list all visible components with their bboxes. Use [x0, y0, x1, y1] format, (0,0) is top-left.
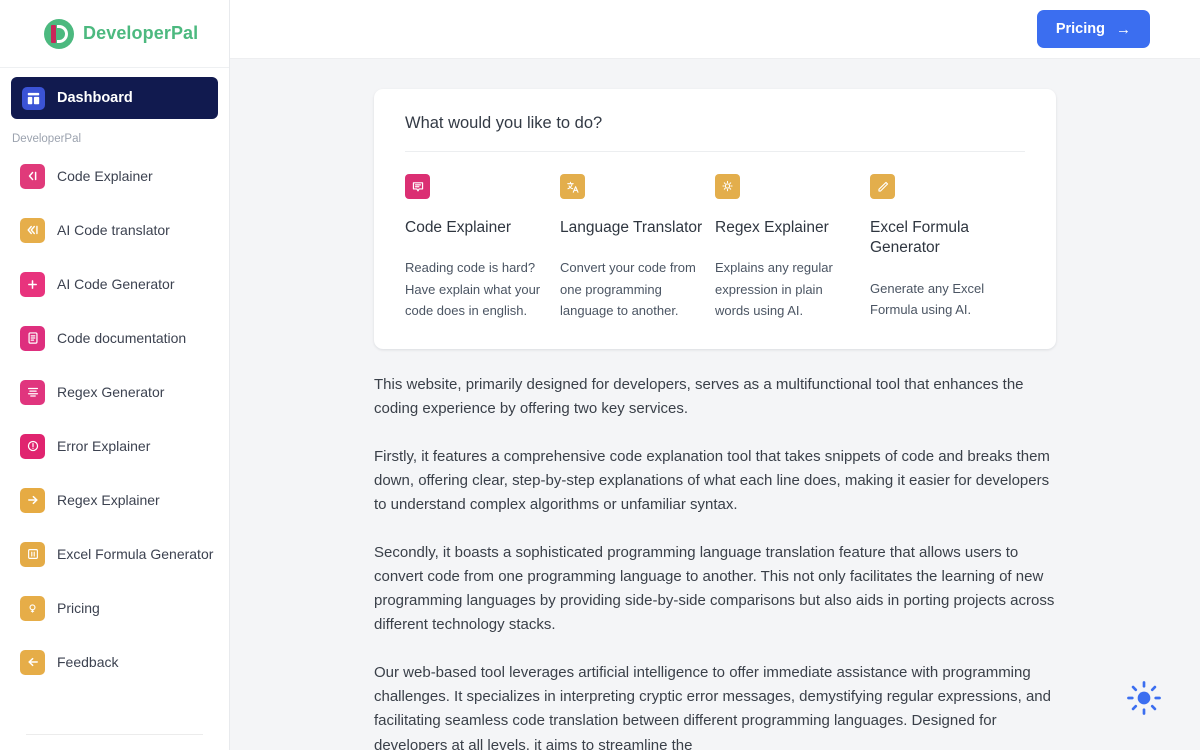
brand-name: DeveloperPal — [83, 23, 199, 43]
dashboard-grid-icon — [22, 86, 45, 110]
developerpal-logo-icon — [44, 18, 74, 49]
theme-toggle-button[interactable] — [1118, 674, 1170, 726]
chat-bubble-icon — [405, 174, 430, 199]
tool-name: Code Explainer — [405, 219, 511, 236]
sidebar-item-label: Regex Explainer — [57, 491, 160, 508]
sidebar-item-ai-code-translator[interactable]: AI Code translator — [0, 203, 229, 257]
app-root: DeveloperPal Dashboard DeveloperPal Code… — [0, 0, 1200, 750]
sidebar-item-code-explainer[interactable]: Code Explainer — [0, 149, 229, 203]
tool-description: Generate any Excel Formula using AI. — [870, 280, 985, 318]
main-area: Pricing → What would you like to do? Cod… — [230, 0, 1200, 750]
sidebar-item-pricing[interactable]: Pricing — [0, 581, 229, 635]
tool-name: Language Translator — [560, 219, 703, 236]
sidebar-nav: Code Explainer AI Code translator AI Cod… — [0, 149, 229, 689]
paragraph-4: Our web-based tool leverages artificial … — [374, 663, 1051, 750]
translate-icon — [560, 174, 585, 199]
sidebar-item-label: Pricing — [57, 599, 100, 616]
content-scroll[interactable]: What would you like to do? Code Explaine… — [230, 59, 1200, 750]
sidebar-item-dashboard-label: Dashboard — [57, 90, 133, 106]
align-lines-icon — [20, 379, 45, 405]
paragraph-1: This website, primarily designed for dev… — [374, 376, 1024, 418]
arrow-left-icon — [20, 649, 45, 675]
tool-card-code-explainer[interactable]: Code Explainer Reading code is hard? Hav… — [405, 174, 560, 321]
sidebar-item-regex-generator[interactable]: Regex Generator — [0, 365, 229, 419]
tool-card-excel-formula-generator[interactable]: Excel Formula Generator Generate any Exc… — [870, 174, 1025, 321]
sidebar-section-label: DeveloperPal — [12, 133, 82, 145]
lightbulb-icon — [20, 595, 45, 621]
sidebar-item-dashboard[interactable]: Dashboard — [11, 77, 218, 119]
sun-icon — [1125, 679, 1163, 722]
plus-icon — [20, 271, 45, 297]
tool-description: Reading code is hard? Have explain what … — [405, 260, 541, 318]
sidebar-item-excel-formula-generator[interactable]: Excel Formula Generator — [0, 527, 229, 581]
lightbulb-icon — [715, 174, 740, 199]
spreadsheet-icon — [20, 541, 45, 567]
sidebar-divider — [26, 734, 203, 735]
sidebar-item-error-explainer[interactable]: Error Explainer — [0, 419, 229, 473]
pencil-icon — [870, 174, 895, 199]
pricing-button[interactable]: Pricing → — [1036, 10, 1150, 48]
tool-name: Regex Explainer — [715, 219, 829, 236]
card-title: What would you like to do? — [405, 114, 1025, 152]
sidebar-item-label: Code Explainer — [57, 167, 153, 184]
sidebar-item-ai-code-generator[interactable]: AI Code Generator — [0, 257, 229, 311]
actions-card: What would you like to do? Code Explaine… — [374, 89, 1056, 350]
sidebar-item-label: Feedback — [57, 653, 119, 670]
sidebar-item-label: Error Explainer — [57, 437, 151, 454]
topbar: Pricing → — [230, 0, 1200, 59]
pricing-button-label: Pricing — [1055, 21, 1105, 37]
sidebar-item-label: Regex Generator — [57, 383, 165, 400]
sidebar-item-label: Code documentation — [57, 329, 187, 346]
arrow-right-icon — [20, 487, 45, 513]
sidebar-item-label: Excel Formula Generator — [57, 545, 214, 562]
double-chevron-left-icon — [20, 217, 45, 243]
sidebar-item-regex-explainer[interactable]: Regex Explainer — [0, 473, 229, 527]
sidebar-item-label: AI Code translator — [57, 221, 170, 238]
tool-card-language-translator[interactable]: Language Translator Convert your code fr… — [560, 174, 715, 321]
tool-description: Explains any regular expression in plain… — [715, 260, 833, 318]
tool-card-regex-explainer[interactable]: Regex Explainer Explains any regular exp… — [715, 174, 870, 321]
tool-description: Convert your code from one programming l… — [560, 260, 696, 318]
paragraph-2: Firstly, it features a comprehensive cod… — [374, 447, 1050, 514]
sidebar-item-feedback[interactable]: Feedback — [0, 635, 229, 689]
sidebar: DeveloperPal Dashboard DeveloperPal Code… — [0, 0, 230, 750]
tool-name: Excel Formula Generator — [870, 219, 970, 257]
error-circle-icon — [20, 433, 45, 459]
description-text: This website, primarily designed for dev… — [374, 349, 1056, 750]
arrow-right-icon: → — [1116, 20, 1131, 38]
chevron-left-code-icon — [20, 163, 45, 189]
sidebar-item-code-documentation[interactable]: Code documentation — [0, 311, 229, 365]
document-icon — [20, 325, 45, 351]
paragraph-3: Secondly, it boasts a sophisticated prog… — [374, 543, 1055, 634]
brand-header[interactable]: DeveloperPal — [0, 0, 229, 68]
sidebar-item-label: AI Code Generator — [57, 275, 175, 292]
tools-grid: Code Explainer Reading code is hard? Hav… — [405, 152, 1025, 321]
